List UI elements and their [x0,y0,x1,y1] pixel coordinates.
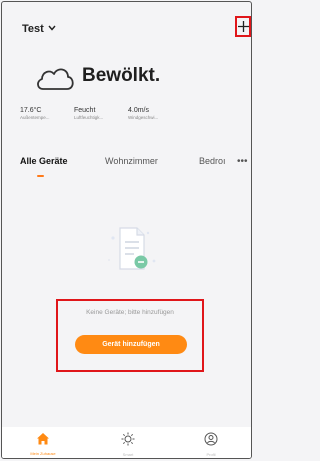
plus-icon [238,21,249,32]
header: Test [2,2,251,42]
bottom-navigation: Mein Zuhause Smart Profil [2,427,251,458]
active-tab-indicator [37,175,44,177]
stat-label: Außentempe... [20,115,50,120]
nav-home[interactable]: Mein Zuhause [23,432,63,456]
home-name[interactable]: Test [22,23,44,35]
app-screen: Test Bewölkt. 17.6°C Außentempe... Feuch… [1,1,252,459]
empty-message: Keine Geräte; bitte hinzufügen [86,309,174,316]
add-device-cta-button[interactable]: Gerät hinzufügen [75,335,187,354]
nav-label: Profil [206,452,216,457]
weather-panel: Bewölkt. 17.6°C Außentempe... Feucht Luf… [2,58,251,128]
stat-wind: 4.0m/s Windgeschwi... [128,107,158,120]
nav-label: Mein Zuhause [30,451,56,456]
profile-icon [204,432,218,446]
chevron-down-icon[interactable] [48,25,56,31]
stat-label: Luftfeuchtigk... [74,115,104,120]
tab-living-room[interactable]: Wohnzimmer [105,156,158,166]
stat-value: Feucht [74,107,96,114]
empty-state: Keine Geräte; bitte hinzufügen Gerät hin… [56,299,204,372]
stat-label: Windgeschwi... [128,115,159,120]
stat-temperature: 17.6°C Außentempe... [20,107,50,120]
sun-icon [121,432,135,446]
stat-humidity: Feucht Luftfeuchtigk... [74,107,103,120]
document-icon [108,227,156,270]
nav-profile[interactable]: Profil [191,432,231,457]
tab-all-devices[interactable]: Alle Geräte [20,156,68,166]
stat-value: 17.6°C [20,107,42,114]
stat-value: 4.0m/s [128,107,150,114]
nav-smart[interactable]: Smart [108,432,148,457]
room-tabs: Alle Geräte Wohnzimmer Bedroı ••• [2,147,251,177]
weather-condition: Bewölkt. [82,65,161,86]
tab-bedroom[interactable]: Bedroı [199,156,226,166]
add-device-button[interactable] [235,16,251,37]
home-icon [37,433,49,445]
more-icon[interactable]: ••• [237,156,248,167]
cloud-icon [37,68,74,90]
nav-label: Smart [122,452,134,457]
